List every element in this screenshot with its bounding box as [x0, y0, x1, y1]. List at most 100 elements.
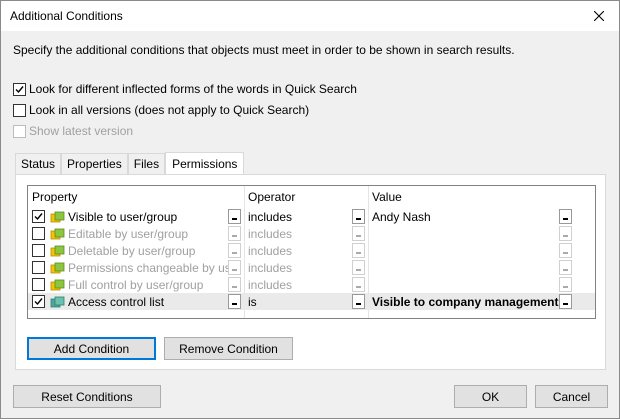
row-checkbox-cell	[32, 259, 46, 276]
row-checkbox[interactable]	[32, 227, 45, 240]
dropdown-arrow-icon	[232, 253, 237, 254]
operator-cell[interactable]: includes	[248, 242, 356, 259]
ok-label: OK	[481, 389, 500, 404]
tab-permissions[interactable]: Permissions	[165, 152, 245, 175]
description-text: Specify the additional conditions that o…	[13, 43, 515, 57]
option-inflected-forms[interactable]: Look for different inflected forms of th…	[13, 82, 357, 96]
value-dropdown[interactable]	[559, 209, 572, 224]
dropdown-arrow-icon	[232, 270, 237, 271]
value-dropdown[interactable]	[559, 277, 572, 292]
value-cell[interactable]	[372, 242, 574, 259]
dropdown-arrow-icon	[232, 236, 237, 237]
dropdown-arrow-icon	[356, 304, 361, 305]
property-cell[interactable]: Editable by user/group	[50, 225, 240, 242]
close-button[interactable]	[579, 1, 619, 31]
add-condition-label: Add Condition	[53, 341, 130, 356]
row-checkbox[interactable]	[32, 210, 45, 223]
table-row[interactable]: Deletable by user/group includes	[28, 242, 595, 259]
operator-cell[interactable]: is	[248, 293, 356, 310]
dropdown-arrow-icon	[356, 287, 361, 288]
property-cell[interactable]: Permissions changeable by user/group	[50, 259, 240, 276]
value-dropdown[interactable]	[559, 226, 572, 241]
checkbox[interactable]	[13, 103, 26, 117]
row-checkbox[interactable]	[32, 244, 45, 257]
option-latest-version[interactable]: Show latest version	[13, 124, 133, 138]
row-checkbox[interactable]	[32, 261, 45, 274]
operator-dropdown[interactable]	[352, 277, 365, 292]
dropdown-arrow-icon	[356, 236, 361, 237]
value-dropdown[interactable]	[559, 260, 572, 275]
table-row[interactable]: Full control by user/group includes	[28, 276, 595, 293]
property-cell[interactable]: Full control by user/group	[50, 276, 240, 293]
checkbox[interactable]	[13, 124, 26, 138]
table-row[interactable]: Editable by user/group includes	[28, 225, 595, 242]
dropdown-arrow-icon	[232, 219, 237, 220]
operator-cell[interactable]: includes	[248, 208, 356, 225]
users-icon	[50, 245, 65, 256]
operator-dropdown[interactable]	[352, 294, 365, 309]
tab-properties[interactable]: Properties	[61, 153, 128, 174]
value-label: Visible to company management	[372, 294, 559, 309]
additional-conditions-dialog: Additional Conditions Specify the additi…	[0, 0, 620, 419]
checkbox[interactable]	[13, 82, 26, 96]
dropdown-arrow-icon	[563, 219, 568, 220]
value-cell[interactable]	[372, 259, 574, 276]
header-operator[interactable]: Operator	[244, 186, 368, 208]
value-cell[interactable]: Andy Nash	[372, 208, 574, 225]
operator-dropdown[interactable]	[352, 209, 365, 224]
property-cell[interactable]: Access control list	[50, 293, 240, 310]
add-condition-button[interactable]: Add Condition	[27, 337, 156, 360]
property-dropdown[interactable]	[228, 209, 241, 224]
header-value[interactable]: Value	[368, 186, 595, 208]
option-all-versions[interactable]: Look in all versions (does not apply to …	[13, 103, 309, 117]
tab-status[interactable]: Status	[15, 153, 62, 174]
table-row[interactable]: Permissions changeable by user/group incl…	[28, 259, 595, 276]
dropdown-arrow-icon	[563, 287, 568, 288]
operator-label: includes	[248, 260, 293, 275]
row-checkbox[interactable]	[32, 295, 45, 308]
property-cell[interactable]: Deletable by user/group	[50, 242, 240, 259]
cancel-button[interactable]: Cancel	[535, 385, 608, 408]
users-icon	[50, 262, 65, 273]
dropdown-arrow-icon	[356, 270, 361, 271]
operator-cell[interactable]: includes	[248, 276, 356, 293]
dropdown-arrow-icon	[356, 219, 361, 220]
dropdown-arrow-icon	[563, 270, 568, 271]
value-cell[interactable]: Visible to company management	[372, 293, 574, 310]
operator-label: is	[248, 294, 257, 309]
property-dropdown[interactable]	[228, 294, 241, 309]
table-row[interactable]: Access control list is Visible to company …	[28, 293, 595, 310]
operator-dropdown[interactable]	[352, 226, 365, 241]
tab-files[interactable]: Files	[127, 153, 166, 174]
value-cell[interactable]	[372, 276, 574, 293]
property-dropdown[interactable]	[228, 277, 241, 292]
value-dropdown[interactable]	[559, 243, 572, 258]
value-cell[interactable]	[372, 225, 574, 242]
property-dropdown[interactable]	[228, 260, 241, 275]
reset-conditions-label: Reset Conditions	[41, 389, 133, 404]
value-dropdown[interactable]	[559, 294, 572, 309]
reset-conditions-button[interactable]: Reset Conditions	[13, 385, 161, 408]
property-cell[interactable]: Visible to user/group	[50, 208, 240, 225]
property-dropdown[interactable]	[228, 226, 241, 241]
ok-button[interactable]: OK	[454, 385, 527, 408]
dropdown-arrow-icon	[356, 253, 361, 254]
row-checkbox-cell	[32, 242, 46, 259]
operator-cell[interactable]: includes	[248, 259, 356, 276]
close-icon	[594, 11, 604, 21]
checkmark-icon	[15, 85, 24, 93]
dropdown-arrow-icon	[232, 287, 237, 288]
remove-condition-button[interactable]: Remove Condition	[164, 337, 293, 360]
property-label: Access control list	[68, 294, 165, 309]
row-checkbox[interactable]	[32, 278, 45, 291]
operator-dropdown[interactable]	[352, 260, 365, 275]
dropdown-arrow-icon	[563, 253, 568, 254]
header-property[interactable]: Property	[28, 186, 244, 208]
operator-cell[interactable]: includes	[248, 225, 356, 242]
dropdown-arrow-icon	[563, 304, 568, 305]
users-icon	[50, 228, 65, 239]
checkmark-icon	[34, 298, 43, 306]
property-dropdown[interactable]	[228, 243, 241, 258]
table-row[interactable]: Visible to user/group includes Andy Nash	[28, 208, 595, 225]
operator-dropdown[interactable]	[352, 243, 365, 258]
